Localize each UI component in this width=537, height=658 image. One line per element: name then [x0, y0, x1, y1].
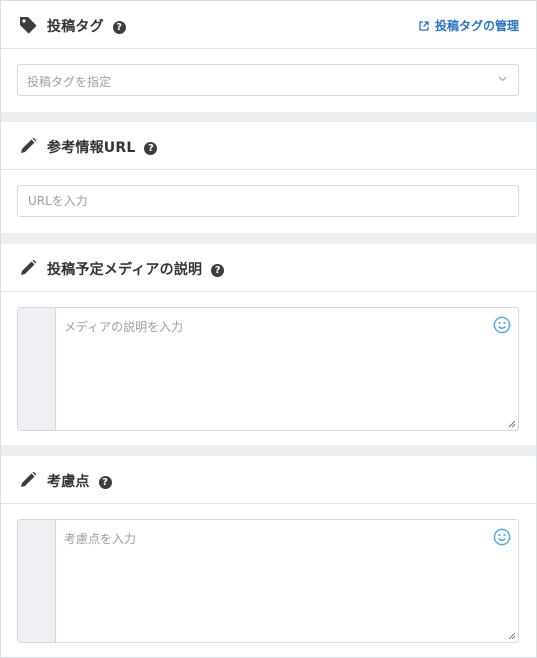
tag-icon [20, 17, 37, 34]
help-icon[interactable]: ? [211, 264, 225, 277]
url-panel-header: 参考情報URL? [1, 122, 536, 170]
help-icon[interactable]: ? [112, 21, 126, 34]
smiley-icon[interactable] [493, 528, 511, 546]
pencil-icon [21, 260, 36, 275]
media-panel-title: 投稿予定メディアの説明? [47, 259, 225, 279]
resize-grip-icon[interactable] [508, 632, 516, 640]
points-panel-header: 考慮点? [1, 456, 536, 504]
textarea-gutter [18, 520, 56, 642]
url-field[interactable] [17, 185, 519, 217]
help-icon[interactable]: ? [144, 142, 158, 155]
help-icon[interactable]: ? [98, 476, 112, 489]
points-panel: 考慮点? [1, 456, 536, 657]
tags-panel-header: 投稿タグ? 投稿タグの管理 [1, 1, 536, 49]
tags-panel-title: 投稿タグ? [47, 16, 126, 36]
external-link-icon [419, 21, 429, 31]
tag-select-placeholder: 投稿タグを指定 [27, 75, 112, 89]
chevron-down-icon [498, 76, 507, 82]
manage-tags-label: 投稿タグの管理 [434, 19, 519, 33]
smiley-icon[interactable] [493, 316, 511, 334]
tags-panel: 投稿タグ? 投稿タグの管理 投稿タグを指定 [1, 1, 536, 112]
media-panel-header: 投稿予定メディアの説明? [1, 244, 536, 292]
media-panel: 投稿予定メディアの説明? [1, 244, 536, 445]
media-description-textarea[interactable] [56, 308, 518, 430]
points-panel-title: 考慮点? [47, 471, 112, 491]
resize-grip-icon[interactable] [508, 420, 516, 428]
form-container: 投稿タグ? 投稿タグの管理 投稿タグを指定 参考情報URL? URLを入力 投稿… [0, 0, 537, 658]
url-panel-title: 参考情報URL? [47, 137, 158, 157]
manage-tags-link[interactable]: 投稿タグの管理 [419, 17, 519, 34]
pencil-icon [21, 138, 36, 153]
pencil-icon [21, 472, 36, 487]
url-input[interactable] [18, 186, 518, 216]
points-field [17, 519, 519, 643]
url-panel: 参考情報URL? [1, 122, 536, 233]
tag-select[interactable]: 投稿タグを指定 [17, 64, 519, 96]
media-description-field [17, 307, 519, 431]
textarea-gutter [18, 308, 56, 430]
points-textarea[interactable] [56, 520, 518, 642]
